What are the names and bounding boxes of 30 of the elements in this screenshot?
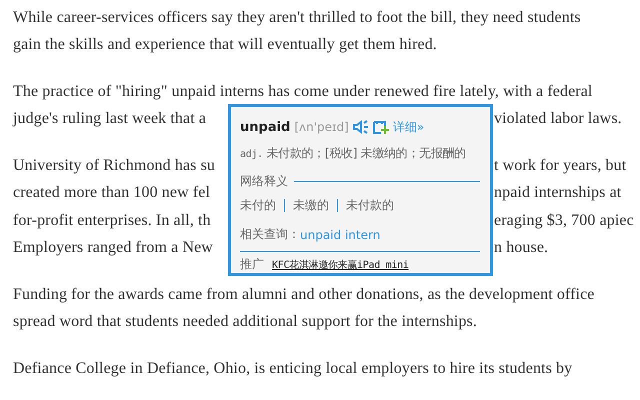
article-text: spread word that students needed additional support for the internships. [13,313,477,332]
article-text: The practice of "hiring" unpaid interns has come under renewed fire lately, with a federal [13,82,592,101]
article-text: created more than 100 new fel [13,184,210,202]
promo-label: 推广 [240,256,264,273]
article-text: eraging $3, 700 apiec [494,212,634,230]
article-text: Employers ranged from a New [13,239,213,258]
article-text: Defiance College in Defiance, Ohio, is enticing local employers to hire its students by [13,360,572,378]
article-text: npaid internships at [494,184,622,202]
phonetic: [ʌn'peɪd] [294,120,349,134]
web-meaning: 未付款的 [346,197,394,214]
details-link[interactable]: 详细» [392,118,424,136]
article-text: n house. [494,239,548,258]
speaker-icon[interactable] [352,120,369,134]
article-text: While career-services officers say they aren't thrilled to foot the bill, they need students [13,8,581,27]
web-meaning: 未付的 [240,197,276,214]
add-to-wordbook-icon[interactable] [372,120,389,134]
web-meaning: 未缴的 [293,197,329,214]
article-text: for-profit enterprises. In all, th [13,212,211,230]
article-text: violated labor laws. [494,110,622,128]
section-heading: 网络释义 [240,173,288,190]
promo-link[interactable]: KFC花淇淋邀你来赢iPad mini [272,258,409,272]
related-label: 相关查询： [240,226,300,243]
article-text: gain the skills and experience that will eventually get them hired. [13,36,437,54]
headword: unpaid [240,120,290,134]
related-link[interactable]: unpaid intern [300,228,380,242]
article-text: Funding for the awards came from alumni and other donations, as the development office [13,286,594,304]
article-text: University of Richmond has su [13,156,215,175]
definition: adj. 未付款的；[税收] 未缴纳的；无报酬的 [240,145,467,162]
article-text: t work for years, but [494,156,626,175]
article-text: judge's ruling last week that a [13,110,206,128]
